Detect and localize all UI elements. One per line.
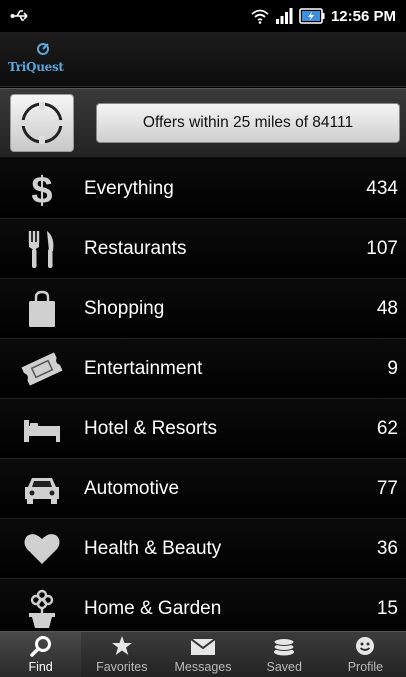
category-hotel-resorts[interactable]: Hotel & Resorts 62 bbox=[0, 399, 406, 459]
category-label: Entertainment bbox=[84, 357, 203, 379]
usb-icon bbox=[10, 10, 28, 21]
location-bar: Offers within 25 miles of 84111 bbox=[0, 88, 406, 158]
dollar-icon: $ bbox=[31, 170, 52, 209]
category-restaurants[interactable]: Restaurants 107 bbox=[0, 219, 406, 279]
status-time: 12:56 PM bbox=[330, 7, 396, 25]
category-count: 9 bbox=[387, 357, 398, 379]
tab-label: Find bbox=[28, 660, 53, 674]
tab-find[interactable]: Find bbox=[0, 632, 82, 677]
category-label: Home & Garden bbox=[84, 597, 222, 619]
tab-label: Saved bbox=[266, 660, 302, 674]
logo-text: TriQuest bbox=[8, 60, 64, 74]
ticket-icon bbox=[21, 351, 63, 386]
category-count: 62 bbox=[376, 417, 398, 439]
tab-messages[interactable]: Messages bbox=[162, 632, 243, 677]
triquest-logo: TriQuest bbox=[8, 42, 78, 76]
coins-icon bbox=[273, 638, 295, 656]
tab-profile[interactable]: Profile bbox=[325, 632, 406, 677]
category-count: 77 bbox=[376, 477, 398, 499]
category-label: Shopping bbox=[84, 297, 165, 319]
fork-knife-icon bbox=[28, 230, 54, 268]
svg-text:$: $ bbox=[31, 170, 52, 209]
battery-charging-icon bbox=[299, 8, 325, 24]
category-entertainment[interactable]: Entertainment 9 bbox=[0, 339, 406, 399]
category-count: 434 bbox=[366, 177, 398, 199]
category-home-garden[interactable]: Home & Garden 15 bbox=[0, 579, 406, 630]
app-header: TriQuest bbox=[0, 32, 406, 87]
signal-icon bbox=[275, 8, 293, 24]
category-count: 48 bbox=[376, 297, 398, 319]
target-icon bbox=[21, 102, 63, 144]
tab-label: Messages bbox=[174, 660, 232, 674]
tab-label: Favorites bbox=[96, 660, 148, 674]
logo-mark-icon bbox=[37, 43, 49, 55]
category-label: Automotive bbox=[84, 477, 180, 499]
car-icon bbox=[25, 477, 59, 504]
status-bar: 12:56 PM bbox=[0, 0, 406, 32]
tab-saved[interactable]: Saved bbox=[244, 632, 325, 677]
category-label: Restaurants bbox=[84, 237, 187, 259]
shopping-bag-icon bbox=[29, 290, 55, 327]
locate-button[interactable] bbox=[10, 94, 74, 152]
category-label: Hotel & Resorts bbox=[84, 417, 218, 439]
star-icon bbox=[111, 636, 132, 655]
heart-icon bbox=[24, 533, 60, 564]
smiley-icon bbox=[356, 637, 375, 655]
tab-favorites[interactable]: Favorites bbox=[81, 632, 162, 677]
bed-icon bbox=[24, 419, 60, 442]
wifi-icon bbox=[251, 9, 269, 24]
search-icon bbox=[29, 636, 51, 657]
bottom-tab-bar: Find Favorites Messages Saved Profile bbox=[0, 631, 406, 677]
category-label: Everything bbox=[84, 177, 174, 199]
category-list: $ Everything 434 Restaurants 107 Shoppin… bbox=[0, 159, 406, 630]
category-count: 107 bbox=[366, 237, 398, 259]
category-count: 15 bbox=[376, 597, 398, 619]
tab-label: Profile bbox=[347, 660, 384, 674]
envelope-icon bbox=[190, 638, 216, 655]
category-automotive[interactable]: Automotive 77 bbox=[0, 459, 406, 519]
category-count: 36 bbox=[376, 537, 398, 559]
category-everything[interactable]: $ Everything 434 bbox=[0, 159, 406, 219]
category-health-beauty[interactable]: Health & Beauty 36 bbox=[0, 519, 406, 579]
category-shopping[interactable]: Shopping 48 bbox=[0, 279, 406, 339]
category-label: Health & Beauty bbox=[84, 537, 222, 559]
flower-pot-icon bbox=[29, 589, 55, 628]
offers-radius-button[interactable]: Offers within 25 miles of 84111 bbox=[96, 103, 400, 143]
